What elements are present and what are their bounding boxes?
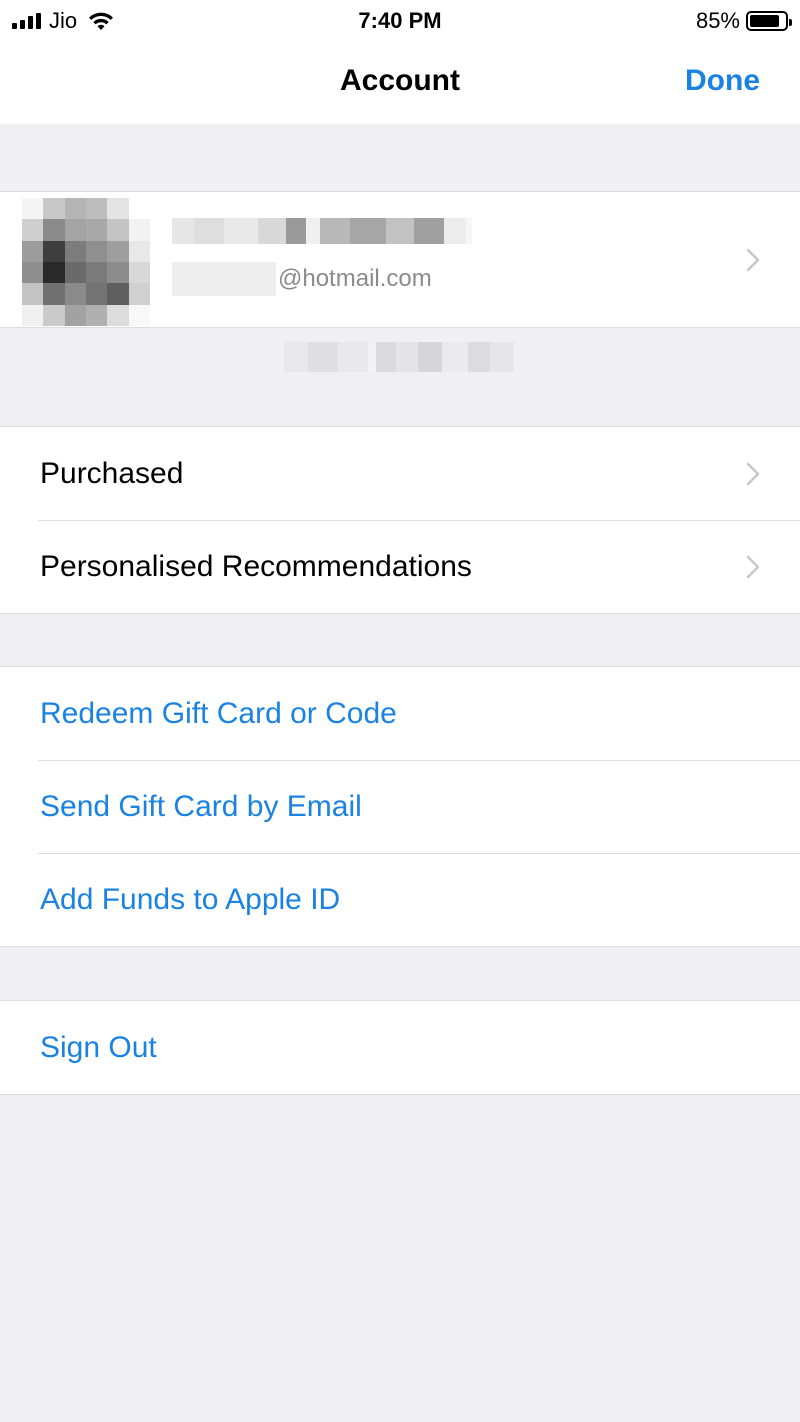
add-funds-button[interactable]: Add Funds to Apple ID (0, 853, 800, 946)
send-gift-card-label: Send Gift Card by Email (40, 789, 362, 823)
email-suffix: @hotmail.com (278, 265, 432, 292)
battery-icon (746, 11, 792, 31)
purchased-label: Purchased (40, 456, 184, 490)
profile-row[interactable]: @hotmail.com (0, 191, 800, 328)
menu-group-gift-cards: Redeem Gift Card or Code Send Gift Card … (0, 666, 800, 947)
page-title: Account (340, 64, 460, 97)
battery-level-fill (750, 15, 779, 27)
email-redacted (172, 262, 276, 296)
battery-tip (789, 19, 792, 26)
status-time: 7:40 PM (358, 8, 442, 33)
name-redacted (172, 218, 472, 244)
sign-out-label: Sign Out (40, 1030, 157, 1064)
status-right: 85% (695, 8, 792, 34)
redeem-gift-card-button[interactable]: Redeem Gift Card or Code (0, 667, 800, 760)
done-button[interactable]: Done (685, 64, 760, 98)
redeem-gift-card-label: Redeem Gift Card or Code (40, 696, 397, 730)
personalised-recommendations-label: Personalised Recommendations (40, 549, 472, 583)
status-bar: Jio 7:40 PM 85% (0, 0, 800, 40)
chevron-right-icon (746, 462, 760, 485)
chevron-right-icon (746, 555, 760, 578)
chevron-right-icon (746, 248, 760, 272)
email-address: @hotmail.com (172, 262, 432, 296)
purchased-row[interactable]: Purchased (0, 427, 800, 520)
send-gift-card-button[interactable]: Send Gift Card by Email (0, 760, 800, 853)
add-funds-label: Add Funds to Apple ID (40, 882, 341, 916)
sign-out-button[interactable]: Sign Out (0, 1001, 800, 1094)
menu-group-sign-out: Sign Out (0, 1000, 800, 1095)
personalised-recommendations-row[interactable]: Personalised Recommendations (0, 520, 800, 613)
menu-group-store: Purchased Personalised Recommendations (0, 426, 800, 614)
avatar (22, 198, 150, 326)
navigation-bar: Account Done (0, 40, 800, 124)
apple-id-redacted (284, 342, 514, 372)
battery-percent: 85% (695, 8, 740, 33)
